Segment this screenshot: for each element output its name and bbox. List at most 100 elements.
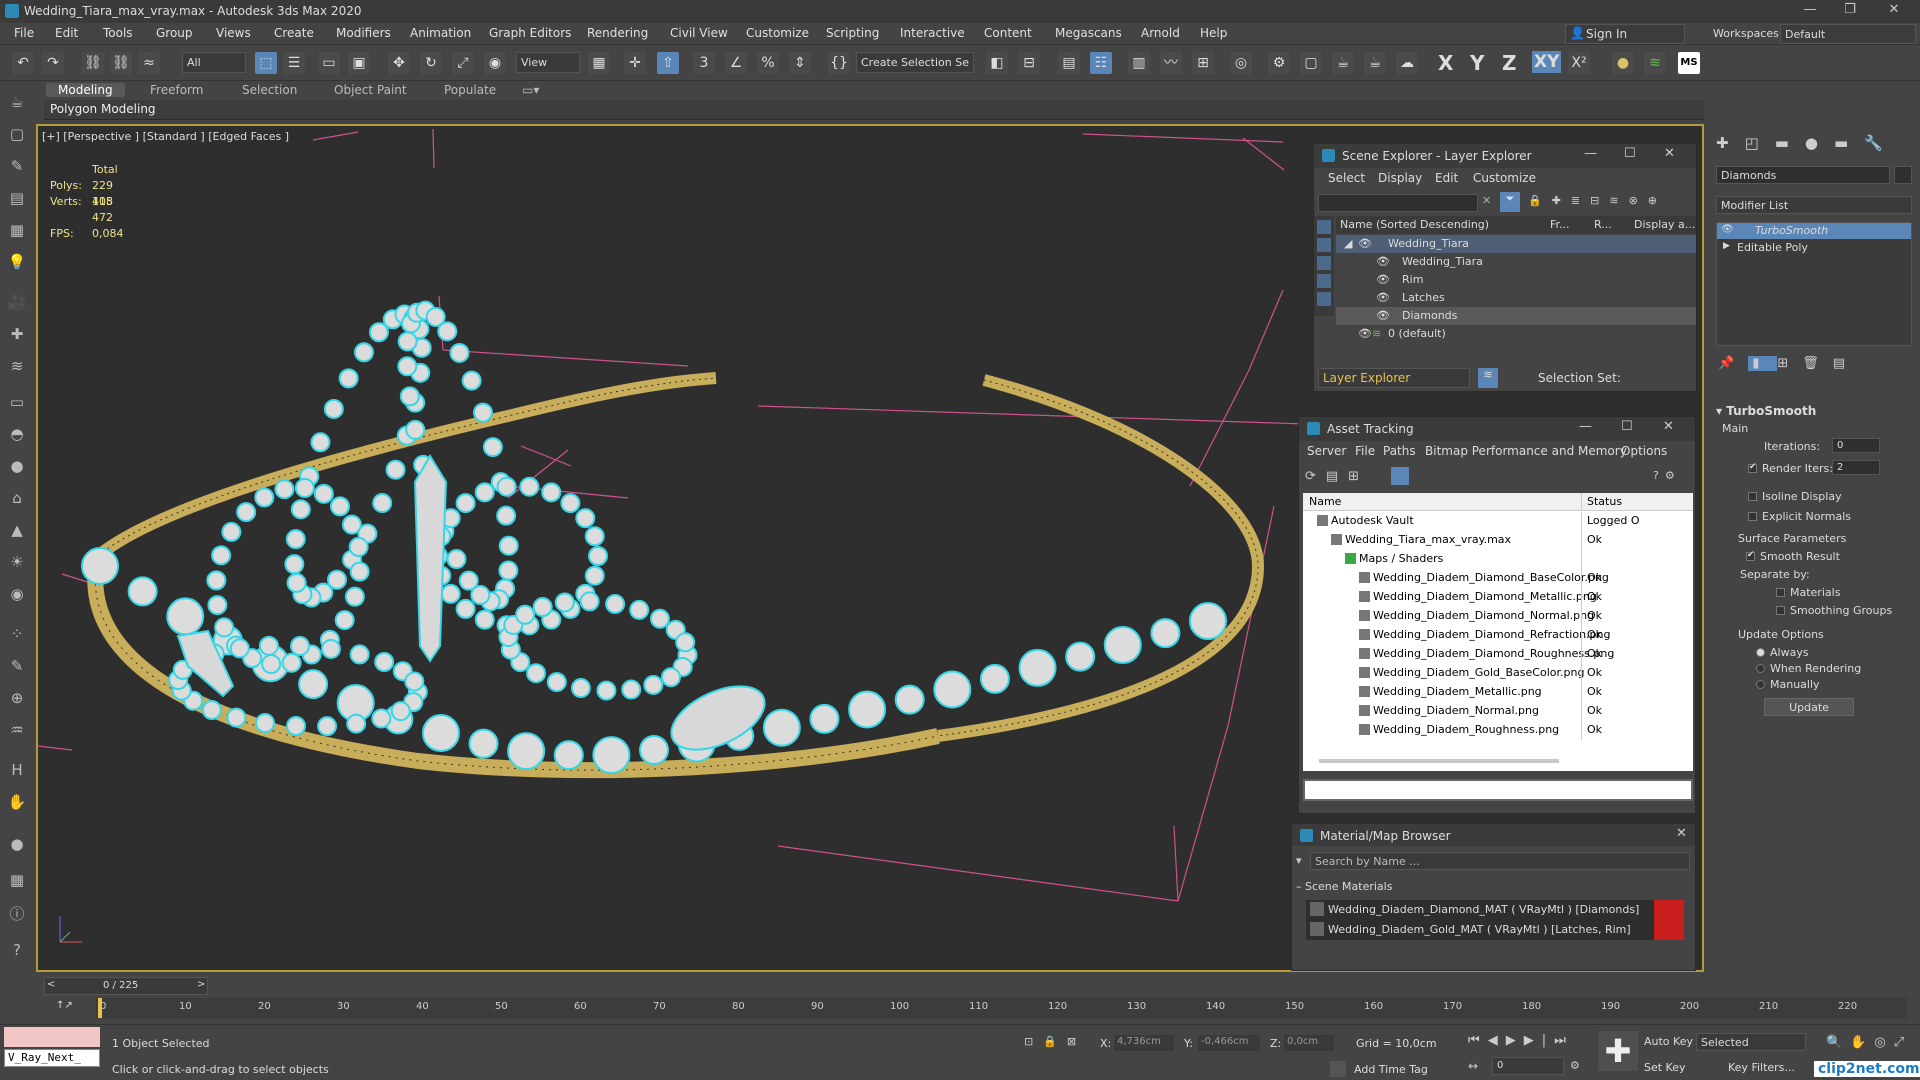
horizontal-scrollbar[interactable]	[1319, 759, 1559, 763]
stack-item-editable-poly[interactable]: Editable Poly	[1725, 241, 1808, 254]
render-in-cloud-icon[interactable]: ☁	[1396, 52, 1418, 74]
layers-toggle-icon[interactable]: ≋	[1478, 368, 1498, 388]
mirror-icon[interactable]: ◧	[986, 52, 1008, 74]
at-row[interactable]: Wedding_Tiara_max_vray.max Ok	[1303, 531, 1693, 550]
eye-icon[interactable]: 👁	[1358, 327, 1372, 340]
curve-editor-icon[interactable]: 〰	[1160, 52, 1182, 74]
hand-icon[interactable]: ✋	[6, 793, 28, 815]
eye-icon[interactable]: 👁	[1376, 255, 1390, 268]
spinner-snap-icon[interactable]: ⇕	[789, 52, 811, 74]
select-manipulate-icon[interactable]: ✛	[624, 52, 646, 74]
se-row[interactable]: 👁 Rim	[1336, 271, 1696, 289]
at-row[interactable]: Wedding_Diadem_Diamond_BaseColor.png Ok	[1303, 569, 1693, 588]
se-menu-edit[interactable]: Edit	[1435, 171, 1458, 185]
at-menu-server[interactable]: Server	[1307, 444, 1346, 458]
modifier-list-dropdown[interactable]: Modifier List	[1716, 196, 1912, 214]
display-cameras-icon[interactable]	[1317, 274, 1331, 288]
axis-xy-button[interactable]: XY	[1532, 51, 1562, 73]
angle-snap-icon[interactable]: ∠	[725, 52, 747, 74]
workspace-dropdown[interactable]: Default	[1780, 24, 1916, 44]
menu-file[interactable]: File	[14, 26, 34, 40]
percent-snap-icon[interactable]: %	[757, 52, 779, 74]
particles-icon[interactable]: ⁘	[6, 625, 28, 647]
menu-content[interactable]: Content	[984, 26, 1032, 40]
material-browser-titlebar[interactable]: Material/Map Browser ✕	[1292, 824, 1695, 846]
se-row[interactable]: 👁 Latches	[1336, 289, 1696, 307]
asset-tracking-titlebar[interactable]: Asset Tracking — ☐ ✕	[1299, 417, 1695, 441]
menu-customize[interactable]: Customize	[746, 26, 809, 40]
sphere-gold-icon[interactable]: ◉	[6, 585, 28, 607]
menu-group[interactable]: Group	[156, 26, 193, 40]
update-button[interactable]: Update	[1764, 698, 1854, 716]
dome-light-icon[interactable]: ⌂	[6, 489, 28, 511]
sphere-icon[interactable]: ●	[6, 457, 28, 479]
add-time-tag[interactable]: Add Time Tag	[1354, 1063, 1428, 1076]
smooth-result-checkbox[interactable]	[1746, 550, 1755, 561]
se-col-render[interactable]: R...	[1594, 218, 1612, 231]
window-crossing-icon[interactable]: ▣	[348, 52, 370, 74]
named-selection-set-dropdown[interactable]: Create Selection Se	[856, 52, 974, 73]
set-key-plus-icon[interactable]: ✚	[1598, 1031, 1638, 1071]
table-view-icon[interactable]	[1391, 467, 1409, 485]
scale-icon[interactable]: ⤢	[452, 52, 474, 74]
se-col-display[interactable]: Display a...	[1634, 218, 1695, 231]
display-lights-icon[interactable]	[1317, 256, 1331, 270]
expand-icon[interactable]: ◢	[1344, 237, 1352, 250]
render-iters-checkbox[interactable]	[1748, 462, 1757, 473]
bind-space-warp-icon[interactable]: ≈	[138, 52, 160, 74]
place-icon[interactable]: ◉	[484, 52, 506, 74]
rotate-icon[interactable]: ↻	[420, 52, 442, 74]
playback-controls[interactable]: ⏮◀▶▶|⏭	[1468, 1033, 1574, 1048]
eye-icon[interactable]: 👁	[1358, 237, 1372, 250]
at-menu-file[interactable]: File	[1355, 444, 1375, 458]
redo-icon[interactable]: ↷	[42, 52, 64, 74]
viewport-label[interactable]: [+] [Perspective ] [Standard ] [Edged Fa…	[42, 130, 289, 143]
tab-freeform[interactable]: Freeform	[150, 83, 203, 97]
keyboard-shortcut-override-icon[interactable]: ⇧	[657, 52, 679, 74]
hf-icon[interactable]: H	[6, 761, 28, 783]
at-menu-paths[interactable]: Paths	[1383, 444, 1416, 458]
close-window-button[interactable]: ✕	[1874, 2, 1914, 20]
rendered-frame-window-icon[interactable]: ▢	[1300, 52, 1322, 74]
menu-civil-view[interactable]: Civil View	[670, 26, 728, 40]
maximize-button[interactable]: ❐	[1830, 2, 1870, 20]
scene-explorer-titlebar[interactable]: Scene Explorer - Layer Explorer — ☐ ✕	[1314, 144, 1696, 168]
align-icon[interactable]: ⊟	[1018, 52, 1040, 74]
se-col-freeze[interactable]: Fr...	[1550, 218, 1570, 231]
set-key-button[interactable]: Set Key	[1644, 1061, 1686, 1074]
key-mode-icon[interactable]: ↔	[1468, 1059, 1478, 1073]
close-icon[interactable]: ✕	[1663, 419, 1674, 434]
time-slider[interactable]: < 0 / 225 >	[44, 977, 208, 995]
pivot-center-icon[interactable]: ▦	[588, 52, 610, 74]
filter-icon[interactable]: ⏷	[1500, 192, 1520, 212]
selection-filter-dropdown[interactable]: All	[182, 52, 246, 73]
at-row[interactable]: Wedding_Diadem_Diamond_Normal.png Ok	[1303, 607, 1693, 626]
at-toolbar-icons[interactable]: ⟳▤⊞	[1305, 469, 1369, 484]
menu-create[interactable]: Create	[274, 26, 314, 40]
edit-named-selection-icon[interactable]: {}	[828, 52, 850, 74]
tab-modeling[interactable]: Modeling	[46, 83, 125, 97]
toggle-ribbon-icon[interactable]: ▥	[1128, 52, 1150, 74]
link-icon[interactable]: ⛓	[82, 52, 104, 74]
close-icon[interactable]: ✕	[1676, 826, 1687, 841]
menu-scripting[interactable]: Scripting	[826, 26, 879, 40]
viewport-nav-icons[interactable]: 🔍✋◎⤢	[1826, 1035, 1912, 1050]
menu-edit[interactable]: Edit	[55, 26, 78, 40]
explicit-normals-checkbox[interactable]	[1748, 512, 1757, 521]
menu-modifiers[interactable]: Modifiers	[336, 26, 391, 40]
plane-icon[interactable]: ▭	[6, 393, 28, 415]
auto-key-button[interactable]: Auto Key	[1644, 1035, 1693, 1048]
toggle-scene-explorer-icon[interactable]: ▤	[1058, 52, 1080, 74]
close-icon[interactable]: ✕	[1664, 146, 1675, 161]
help-icon[interactable]: ?	[6, 941, 28, 963]
time-cursor[interactable]	[98, 998, 102, 1018]
script-icon[interactable]: ▦	[6, 871, 28, 893]
eye-icon[interactable]: 👁	[1376, 273, 1390, 286]
clear-search-icon[interactable]: ✕	[1482, 194, 1491, 207]
axis-z-button[interactable]: Z	[1502, 51, 1517, 75]
ms-button[interactable]: MS	[1678, 52, 1700, 74]
axis-constraint-icon[interactable]: X²	[1568, 52, 1590, 74]
smoothing-groups-checkbox[interactable]	[1776, 606, 1785, 615]
at-menu-bitmap[interactable]: Bitmap Performance and Memory	[1425, 444, 1627, 458]
unlink-icon[interactable]: ⛓	[110, 52, 132, 74]
